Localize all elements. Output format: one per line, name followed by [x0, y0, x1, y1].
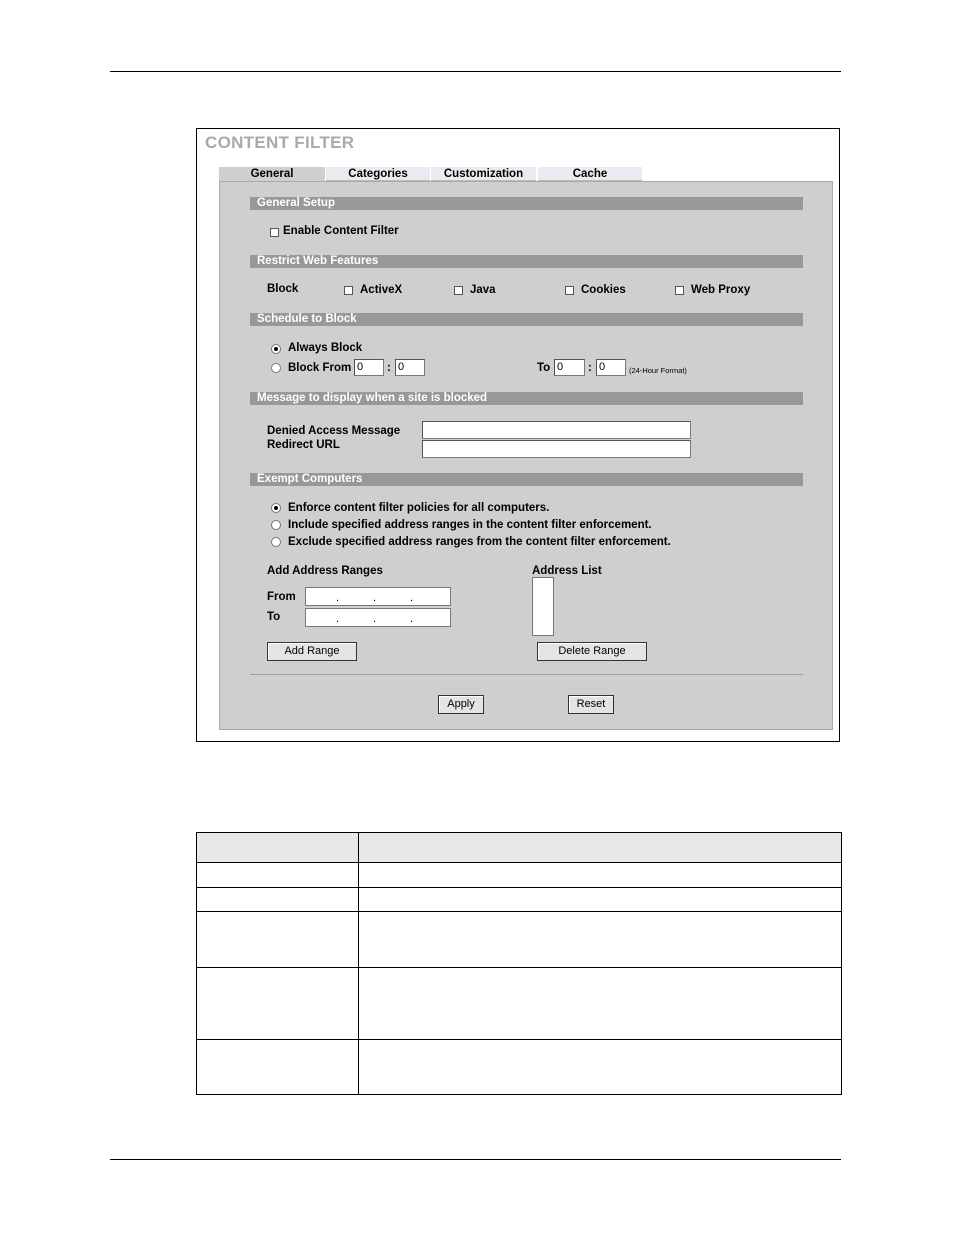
cookies-label: Cookies: [581, 284, 626, 296]
table-cell: [358, 911, 842, 968]
format-note: (24-Hour Format): [629, 366, 687, 375]
enforce-all-label: Enforce content filter policies for all …: [288, 502, 550, 514]
table-cell: [196, 911, 359, 968]
ip-dot: .: [410, 613, 414, 625]
block-to-minute-input[interactable]: 0: [596, 359, 626, 376]
denied-access-message-input[interactable]: [422, 421, 691, 439]
enforce-all-radio[interactable]: [271, 503, 281, 513]
table-row: [196, 862, 842, 888]
enable-content-filter-checkbox[interactable]: [270, 228, 279, 237]
address-list-label: Address List: [532, 565, 602, 577]
ip-dot: .: [410, 592, 414, 604]
add-address-ranges-label: Add Address Ranges: [267, 565, 383, 577]
block-from-minute-input[interactable]: 0: [395, 359, 425, 376]
java-label: Java: [470, 284, 496, 296]
block-label: Block: [267, 283, 299, 295]
block-to-hour-input[interactable]: 0: [554, 359, 585, 376]
table-cell: [358, 1039, 842, 1095]
from-ip-input[interactable]: . . .: [305, 587, 451, 606]
section-message-blocked: Message to display when a site is blocke…: [250, 392, 803, 405]
section-general-setup: General Setup: [250, 197, 803, 210]
table-header-cell: [196, 832, 359, 863]
section-restrict-web-features: Restrict Web Features: [250, 255, 803, 268]
block-from-label: Block From: [288, 362, 352, 374]
ip-dot: .: [336, 613, 340, 625]
exclude-ranges-label: Exclude specified address ranges from th…: [288, 536, 671, 548]
footer-rule: [110, 1159, 841, 1160]
general-panel: General Setup Enable Content Filter Rest…: [219, 181, 833, 730]
divider: [250, 674, 803, 675]
table-cell: [358, 862, 842, 888]
section-exempt-computers: Exempt Computers: [250, 473, 803, 486]
web-proxy-label: Web Proxy: [691, 284, 751, 296]
tab-general[interactable]: General: [219, 167, 325, 181]
table-row: [196, 887, 842, 912]
add-range-button[interactable]: Add Range: [267, 642, 357, 661]
exclude-ranges-radio[interactable]: [271, 537, 281, 547]
java-checkbox[interactable]: [454, 286, 463, 295]
redirect-url-input[interactable]: [422, 440, 691, 458]
enable-content-filter-label: Enable Content Filter: [283, 225, 399, 237]
table-cell: [196, 967, 359, 1040]
denied-access-label: Denied Access Message: [267, 425, 401, 437]
field-description-table: [196, 832, 842, 1095]
cookies-checkbox[interactable]: [565, 286, 574, 295]
table-cell: [196, 862, 359, 888]
block-from-hour-input[interactable]: 0: [354, 359, 384, 376]
redirect-url-label: Redirect URL: [267, 439, 340, 451]
block-from-radio[interactable]: [271, 363, 281, 373]
header-rule: [110, 71, 841, 72]
page-title: CONTENT FILTER: [205, 133, 355, 152]
tab-cache[interactable]: Cache: [538, 167, 642, 181]
section-schedule-to-block: Schedule to Block: [250, 313, 803, 326]
table-cell: [358, 967, 842, 1040]
table-cell: [196, 887, 359, 912]
table-header-cell: [358, 832, 842, 863]
web-proxy-checkbox[interactable]: [675, 286, 684, 295]
activex-checkbox[interactable]: [344, 286, 353, 295]
ip-dot: .: [373, 592, 377, 604]
address-list-box[interactable]: [532, 577, 554, 636]
always-block-radio[interactable]: [271, 344, 281, 354]
always-block-label: Always Block: [288, 342, 363, 354]
time-colon: :: [588, 362, 592, 374]
tab-categories[interactable]: Categories: [326, 167, 430, 181]
tab-customization[interactable]: Customization: [431, 167, 536, 181]
table-cell: [358, 887, 842, 912]
content-filter-screen: CONTENT FILTER General Categories Custom…: [196, 128, 840, 742]
ip-dot: .: [373, 613, 377, 625]
include-ranges-label: Include specified address ranges in the …: [288, 519, 652, 531]
delete-range-button[interactable]: Delete Range: [537, 642, 647, 661]
apply-button[interactable]: Apply: [438, 695, 484, 714]
table-header-row: [196, 832, 842, 863]
to-ip-label: To: [267, 611, 281, 623]
activex-label: ActiveX: [360, 284, 403, 296]
from-ip-label: From: [267, 591, 296, 603]
table-row: [196, 911, 842, 968]
ip-dot: .: [336, 592, 340, 604]
table-row: [196, 1039, 842, 1095]
reset-button[interactable]: Reset: [568, 695, 614, 714]
table-row: [196, 967, 842, 1040]
time-colon: :: [387, 362, 391, 374]
to-ip-input[interactable]: . . .: [305, 608, 451, 627]
to-label: To: [537, 362, 551, 374]
table-cell: [196, 1039, 359, 1095]
include-ranges-radio[interactable]: [271, 520, 281, 530]
